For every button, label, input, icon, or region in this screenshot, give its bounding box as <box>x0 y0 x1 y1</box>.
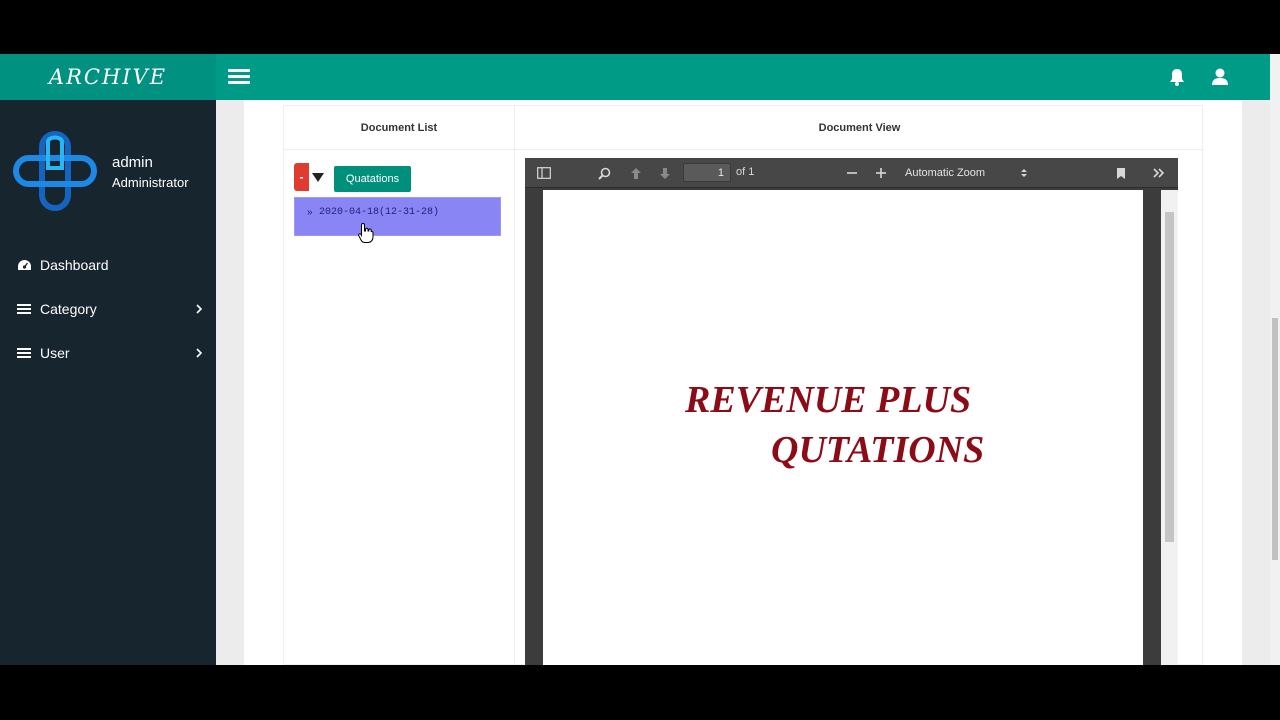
next-page-icon[interactable] <box>655 163 675 183</box>
document-name: 2020-04-18(12-31-28) <box>319 207 440 218</box>
page-number-input[interactable] <box>683 163 731 182</box>
user-panel: admin Administrator <box>0 100 216 230</box>
list-icon <box>16 303 32 315</box>
sidebar-toggle-icon[interactable] <box>534 163 554 183</box>
sidebar-item-label: User <box>40 345 70 361</box>
pdf-toolbar: of 1 Automatic Zoom <box>525 158 1178 188</box>
app-frame: ARCHIVE admin Administrator Dashboard Ca… <box>0 54 1280 665</box>
chevron-right-icon <box>194 301 204 317</box>
topbar: ARCHIVE <box>0 54 1270 100</box>
pdf-scrollbar-thumb[interactable] <box>1165 212 1174 542</box>
document-list-item[interactable]: » 2020-04-18(12-31-28) <box>294 197 501 236</box>
brand-text: ARCHIVE <box>48 65 168 89</box>
hamburger-icon[interactable] <box>228 66 250 88</box>
page-count-label: of 1 <box>736 166 755 178</box>
page-scrollbar[interactable] <box>1270 54 1280 665</box>
tools-menu-icon[interactable] <box>1149 163 1169 183</box>
sidebar: admin Administrator Dashboard Category U… <box>0 100 216 665</box>
previous-page-icon[interactable] <box>626 163 646 183</box>
caret-down-icon[interactable] <box>312 173 324 182</box>
user-icon[interactable] <box>1209 66 1231 88</box>
user-name: admin <box>112 154 153 171</box>
zoom-select-value: Automatic Zoom <box>905 167 986 179</box>
bell-icon[interactable] <box>1166 66 1188 88</box>
select-arrows-icon <box>1020 167 1028 179</box>
pdf-page: REVENUE PLUS QUTATIONS <box>543 190 1143 665</box>
sidebar-item-category[interactable]: Category <box>0 289 216 329</box>
bullet-icon: » <box>307 207 313 218</box>
panel-divider <box>514 106 515 665</box>
brand-logo[interactable]: ARCHIVE <box>0 54 216 100</box>
zoom-select[interactable]: Automatic Zoom <box>900 163 1032 183</box>
pdf-title-line-1: REVENUE PLUS <box>685 379 972 421</box>
category-button[interactable]: Quatations <box>334 166 411 192</box>
sidebar-item-dashboard[interactable]: Dashboard <box>0 245 216 285</box>
bookmark-icon[interactable] <box>1111 163 1131 183</box>
search-icon[interactable] <box>594 163 614 183</box>
sidebar-item-label: Category <box>40 301 97 317</box>
sidebar-item-user[interactable]: User <box>0 333 216 373</box>
collapse-button[interactable]: - <box>294 163 309 191</box>
zoom-out-icon[interactable] <box>842 163 862 183</box>
chevron-right-icon <box>194 345 204 361</box>
list-icon <box>16 347 32 359</box>
user-role: Administrator <box>112 175 189 190</box>
hand-cursor-icon <box>357 222 375 244</box>
pdf-scrollbar[interactable] <box>1161 190 1178 665</box>
page-scrollbar-thumb[interactable] <box>1272 318 1278 560</box>
avatar <box>12 128 98 214</box>
document-list-heading: Document List <box>284 106 514 150</box>
pdf-viewer: of 1 Automatic Zoom REVENUE PLUS Q <box>525 158 1178 665</box>
sidebar-item-label: Dashboard <box>40 257 109 273</box>
zoom-in-icon[interactable] <box>871 163 891 183</box>
dashboard-icon <box>16 259 32 272</box>
document-view-heading: Document View <box>515 106 1204 150</box>
pdf-title-line-2: QUTATIONS <box>771 429 985 471</box>
